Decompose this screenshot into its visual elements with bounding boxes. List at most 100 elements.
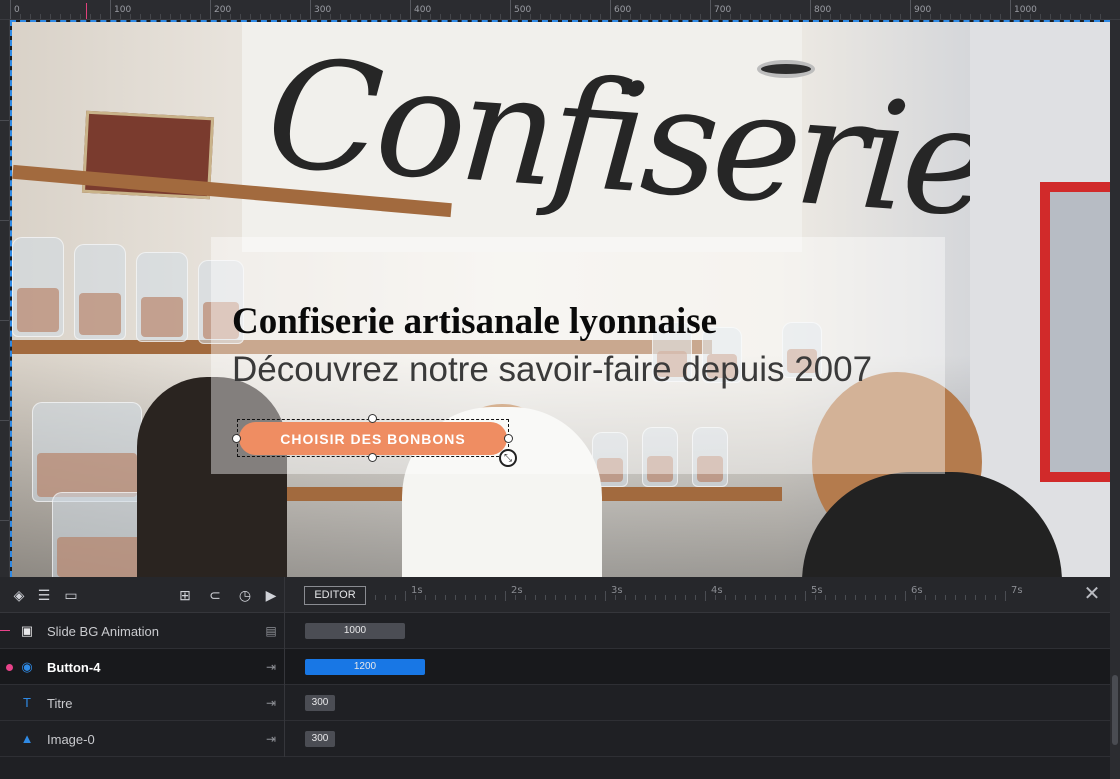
- editor-tab[interactable]: EDITOR: [304, 586, 366, 605]
- scrollbar-thumb[interactable]: [1112, 675, 1118, 745]
- resize-handle-bottom[interactable]: [368, 453, 377, 462]
- resize-handle-top[interactable]: [368, 414, 377, 423]
- timeline-minor-tick: [625, 595, 626, 600]
- red-window-frame: [1040, 182, 1110, 482]
- timeline-tick: [905, 591, 906, 601]
- layer-name-cell[interactable]: T Titre ⇥: [0, 685, 285, 721]
- image-icon: ▣: [20, 623, 34, 638]
- layer-name-cell[interactable]: ▣ Slide BG Animation ▤: [0, 613, 285, 649]
- timeline-tick: [805, 591, 806, 601]
- ruler-label: 800: [814, 5, 832, 15]
- timeline-minor-tick: [965, 595, 966, 600]
- layer-label: Button-4: [47, 660, 101, 675]
- layer-label: Titre: [47, 696, 73, 711]
- slide-title[interactable]: Confiserie artisanale lyonnaise: [232, 300, 717, 343]
- timeline-minor-tick: [835, 595, 836, 600]
- ruler-tick: 1000: [1010, 0, 1037, 19]
- ruler-label: 1000: [1014, 5, 1037, 15]
- timing-end-icon[interactable]: ⇥: [263, 695, 279, 711]
- timeline-minor-tick: [645, 595, 646, 600]
- timeline-tick: [505, 591, 506, 601]
- ruler-label: 100: [114, 5, 132, 15]
- timeline-minor-tick: [735, 595, 736, 600]
- timeline-minor-tick: [745, 595, 746, 600]
- timeline-minor-tick: [395, 595, 396, 600]
- timeline-minor-tick: [485, 595, 486, 600]
- choose-candy-button[interactable]: CHOISIR DES BONBONS: [239, 422, 507, 455]
- timeline-layer-row[interactable]: ▲ Image-0 ⇥ 300: [0, 721, 1110, 757]
- timeline-minor-tick: [565, 595, 566, 600]
- timeline-minor-tick: [935, 595, 936, 600]
- resize-corner-icon[interactable]: ⤡: [499, 449, 517, 467]
- timeline-layer-row[interactable]: T Titre ⇥ 300: [0, 685, 1110, 721]
- slide-canvas[interactable]: Confiserie Confiserie artisanale lyonnai…: [10, 20, 1110, 577]
- animation-duration-bar[interactable]: 300: [305, 695, 335, 711]
- ruler-tick: 800: [810, 0, 831, 19]
- timeline-minor-tick: [755, 595, 756, 600]
- timeline-minor-tick: [445, 595, 446, 600]
- ruler-tick: [0, 320, 9, 321]
- candy-jar: [12, 237, 64, 337]
- timeline-minor-tick: [535, 595, 536, 600]
- ruler-label: 600: [614, 5, 632, 15]
- timeline-time-label: 4s: [711, 585, 723, 596]
- timeline-minor-tick: [975, 595, 976, 600]
- timeline-minor-tick: [375, 595, 376, 600]
- timeline-time-label: 1s: [411, 585, 423, 596]
- timeline-minor-tick: [455, 595, 456, 600]
- timeline-minor-tick: [545, 595, 546, 600]
- timeline-minor-tick: [465, 595, 466, 600]
- button-icon: ◉: [21, 659, 33, 674]
- slide-subtitle[interactable]: Découvrez notre savoir-faire depuis 2007: [232, 350, 872, 390]
- ruler-label: 200: [214, 5, 232, 15]
- layer-name-cell[interactable]: ▲ Image-0 ⇥: [0, 721, 285, 757]
- timeline-minor-tick: [425, 595, 426, 600]
- timeline-minor-tick: [915, 595, 916, 600]
- text-icon: T: [23, 695, 31, 710]
- play-icon[interactable]: ▶: [262, 586, 280, 604]
- magnet-icon[interactable]: ⊂: [206, 586, 224, 604]
- resize-handle-right[interactable]: [504, 434, 513, 443]
- image-layer-icon: ▲: [20, 731, 34, 746]
- stopwatch-icon[interactable]: ◷: [236, 586, 254, 604]
- timeline-time-label: 3s: [611, 585, 623, 596]
- ruler-tick: 100: [110, 0, 131, 19]
- layers-icon[interactable]: ◈: [10, 586, 28, 604]
- ruler-tick: 600: [610, 0, 631, 19]
- timeline-minor-tick: [885, 595, 886, 600]
- vertical-scrollbar[interactable]: [1110, 20, 1120, 779]
- ruler-tick: 200: [210, 0, 231, 19]
- timeline-minor-tick: [575, 595, 576, 600]
- candy-jar: [32, 402, 142, 502]
- timeline-minor-tick: [555, 595, 556, 600]
- timeline-tick: [1005, 591, 1006, 601]
- timeline-minor-tick: [985, 595, 986, 600]
- timeline-minor-tick: [525, 595, 526, 600]
- candy-jar: [136, 252, 188, 342]
- vertical-ruler[interactable]: [0, 20, 10, 577]
- bg-image-icon[interactable]: ▤: [263, 623, 279, 639]
- ruler-label: 500: [514, 5, 532, 15]
- horizontal-ruler[interactable]: 0 100 200 300 400 500 600 700 800 900 10…: [0, 0, 1120, 20]
- timeline-time-label: 2s: [511, 585, 523, 596]
- animation-duration-bar[interactable]: 1000: [305, 623, 405, 639]
- layer-name-cell[interactable]: ◉ Button-4 ⇥: [0, 649, 285, 685]
- timeline-layer-row[interactable]: ◉ Button-4 ⇥ 1200: [0, 649, 1110, 685]
- timeline-minor-tick: [875, 595, 876, 600]
- timeline-minor-tick: [825, 595, 826, 600]
- folder-icon[interactable]: ▭: [62, 586, 80, 604]
- close-icon[interactable]: ✕: [1082, 584, 1102, 604]
- timing-end-icon[interactable]: ⇥: [263, 731, 279, 747]
- animation-duration-bar[interactable]: 300: [305, 731, 335, 747]
- timing-end-icon[interactable]: ⇥: [263, 659, 279, 675]
- grid-select-icon[interactable]: ⊞: [176, 586, 194, 604]
- timeline-time-label: 6s: [911, 585, 923, 596]
- timeline-layer-row[interactable]: ▣ Slide BG Animation ▤ 1000: [0, 613, 1110, 649]
- resize-handle-left[interactable]: [232, 434, 241, 443]
- ruler-tick: 500: [510, 0, 531, 19]
- timeline-minor-tick: [665, 595, 666, 600]
- timeline-minor-tick: [385, 595, 386, 600]
- timeline-tick: [605, 591, 606, 601]
- list-icon[interactable]: ☰: [35, 586, 53, 604]
- animation-duration-bar[interactable]: 1200: [305, 659, 425, 675]
